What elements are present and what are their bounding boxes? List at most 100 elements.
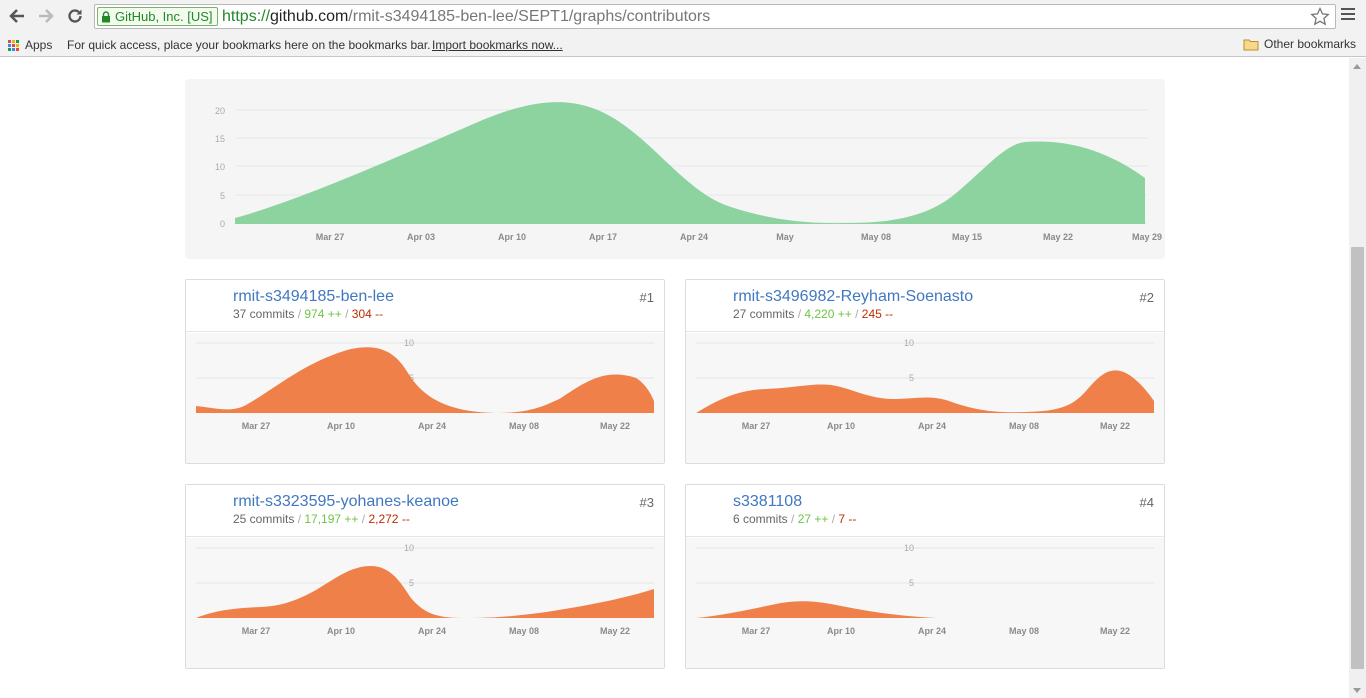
commits-link[interactable]: 6 commits xyxy=(733,512,788,526)
rank-badge: #3 xyxy=(639,495,654,510)
browser-toolbar: GitHub, Inc. [US] https://github.com/rmi… xyxy=(0,0,1366,33)
contributor-name-link[interactable]: s3381108 xyxy=(733,493,802,511)
y-label: 15 xyxy=(215,134,225,144)
x-label: Mar 27 xyxy=(742,626,771,636)
contributor-card: rmit-s3496982-Reyham-Soenasto 27 commits… xyxy=(685,279,1165,464)
x-label: May 22 xyxy=(600,421,630,431)
folder-icon xyxy=(1243,39,1259,50)
x-label: May 08 xyxy=(1009,421,1039,431)
bookmarks-hint: For quick access, place your bookmarks h… xyxy=(67,38,431,52)
ev-certificate-badge[interactable]: GitHub, Inc. [US] xyxy=(97,7,218,26)
x-label: Mar 27 xyxy=(242,421,271,431)
contributor-header: rmit-s3494185-ben-lee 37 commits / 974 +… xyxy=(186,280,664,365)
commits-link[interactable]: 27 commits xyxy=(733,307,794,321)
reload-button[interactable] xyxy=(64,5,86,27)
contributor-card: rmit-s3494185-ben-lee 37 commits / 974 +… xyxy=(185,279,665,464)
y-label: 5 xyxy=(909,373,914,383)
contributor-name-link[interactable]: rmit-s3494185-ben-lee xyxy=(233,288,394,306)
contributor-name-link[interactable]: rmit-s3496982-Reyham-Soenasto xyxy=(733,288,973,306)
contributor-header: rmit-s3496982-Reyham-Soenasto 27 commits… xyxy=(686,280,1164,365)
y-label: 5 xyxy=(409,578,414,588)
forward-arrow-icon xyxy=(39,9,54,23)
stats-separator: / xyxy=(828,512,839,526)
additions-count: 4,220 ++ xyxy=(804,307,852,321)
x-label: Apr 24 xyxy=(418,626,446,636)
x-label: May 22 xyxy=(600,626,630,636)
x-label: Apr 10 xyxy=(327,626,355,636)
deletions-count: 245 -- xyxy=(861,307,894,321)
x-label: Apr 24 xyxy=(918,626,946,636)
commits-area xyxy=(235,102,1145,224)
stats-separator: / xyxy=(341,307,352,321)
reload-icon xyxy=(68,9,82,23)
bookmarks-bar: Apps For quick access, place your bookma… xyxy=(0,33,1366,57)
lock-icon xyxy=(102,10,110,22)
scroll-down-arrow-icon[interactable] xyxy=(1353,688,1361,693)
stats-separator: / xyxy=(794,307,805,321)
additions-count: 974 ++ xyxy=(304,307,342,321)
contributor-header: rmit-s3323595-yohanes-keanoe 25 commits … xyxy=(186,485,664,570)
additions-count: 27 ++ xyxy=(797,512,829,526)
url-path: /rmit-s3494185-ben-lee/SEPT1/graphs/cont… xyxy=(348,8,711,25)
x-label: May 29 xyxy=(1132,232,1162,242)
apps-label: Apps xyxy=(25,38,53,52)
page-scrollbar[interactable] xyxy=(1349,58,1366,698)
contributor-header: s3381108 6 commits / 27 ++ / 7 -- #4 xyxy=(686,485,1164,570)
apps-grid-icon xyxy=(8,39,19,51)
stats-separator: / xyxy=(851,307,862,321)
contributor-stats: 6 commits / 27 ++ / 7 -- xyxy=(733,512,856,526)
x-label: May 08 xyxy=(509,421,539,431)
url-text[interactable]: https://github.com/rmit-s3494185-ben-lee… xyxy=(222,7,710,27)
x-label: May xyxy=(776,232,794,242)
ev-label: GitHub, Inc. [US] xyxy=(115,9,213,24)
url-scheme: https:// xyxy=(222,8,271,25)
apps-shortcut[interactable]: Apps xyxy=(8,38,52,52)
import-bookmarks-link[interactable]: Import bookmarks now... xyxy=(432,38,563,52)
contributor-graph: 10 5 Mar 27 Apr 10 Apr 24 May 08 May 22 xyxy=(186,333,664,463)
x-label: May 22 xyxy=(1100,421,1130,431)
x-label: Apr 24 xyxy=(680,232,708,242)
x-label: Apr 10 xyxy=(827,421,855,431)
contributor-stats: 37 commits / 974 ++ / 304 -- xyxy=(233,307,383,321)
contributor-name-link[interactable]: rmit-s3323595-yohanes-keanoe xyxy=(233,493,459,511)
bookmark-star-icon[interactable] xyxy=(1310,7,1330,26)
back-button[interactable] xyxy=(6,5,28,27)
y-label: 5 xyxy=(909,578,914,588)
contributor-graph: 10 5 Mar 27 Apr 10 Apr 24 May 08 May 22 xyxy=(686,538,1164,668)
scrollbar-thumb[interactable] xyxy=(1351,247,1364,669)
contributor-graph: 10 5 Mar 27 Apr 10 Apr 24 May 08 May 22 xyxy=(186,538,664,668)
stats-separator: / xyxy=(358,512,369,526)
deletions-count: 304 -- xyxy=(351,307,384,321)
y-label: 5 xyxy=(220,191,225,201)
x-label: May 22 xyxy=(1043,232,1073,242)
rank-badge: #4 xyxy=(1139,495,1154,510)
contributor-card: s3381108 6 commits / 27 ++ / 7 -- #4 10 … xyxy=(685,484,1165,669)
other-bookmarks-folder[interactable]: Other bookmarks xyxy=(1243,37,1356,51)
x-label: Apr 24 xyxy=(918,421,946,431)
commits-link[interactable]: 25 commits xyxy=(233,512,294,526)
x-label: May 08 xyxy=(1009,626,1039,636)
x-label: Apr 24 xyxy=(418,421,446,431)
address-bar[interactable]: GitHub, Inc. [US] https://github.com/rmi… xyxy=(94,4,1336,29)
deletions-count: 7 -- xyxy=(838,512,857,526)
x-label: May 08 xyxy=(509,626,539,636)
x-label: Apr 03 xyxy=(407,232,435,242)
rank-badge: #2 xyxy=(1139,290,1154,305)
commits-link[interactable]: 37 commits xyxy=(233,307,294,321)
x-label: Mar 27 xyxy=(742,421,771,431)
additions-count: 17,197 ++ xyxy=(304,512,359,526)
y-label: 10 xyxy=(904,338,914,348)
y-label: 0 xyxy=(220,219,225,229)
stats-separator: / xyxy=(294,512,305,526)
x-label: Apr 10 xyxy=(327,421,355,431)
y-label: 20 xyxy=(215,106,225,116)
contributions-graph: 20 15 10 5 0 Mar 27 Apr 03 Apr 10 Apr 17… xyxy=(185,79,1165,259)
x-label: Apr 17 xyxy=(589,232,617,242)
contributor-card: rmit-s3323595-yohanes-keanoe 25 commits … xyxy=(185,484,665,669)
y-label: 10 xyxy=(404,338,414,348)
forward-button[interactable] xyxy=(35,5,57,27)
scroll-up-arrow-icon[interactable] xyxy=(1353,64,1361,69)
contributions-graph-svg: 20 15 10 5 0 Mar 27 Apr 03 Apr 10 Apr 17… xyxy=(215,102,1162,242)
chrome-menu-button[interactable] xyxy=(1341,8,1355,23)
other-bookmarks-label: Other bookmarks xyxy=(1264,37,1357,51)
